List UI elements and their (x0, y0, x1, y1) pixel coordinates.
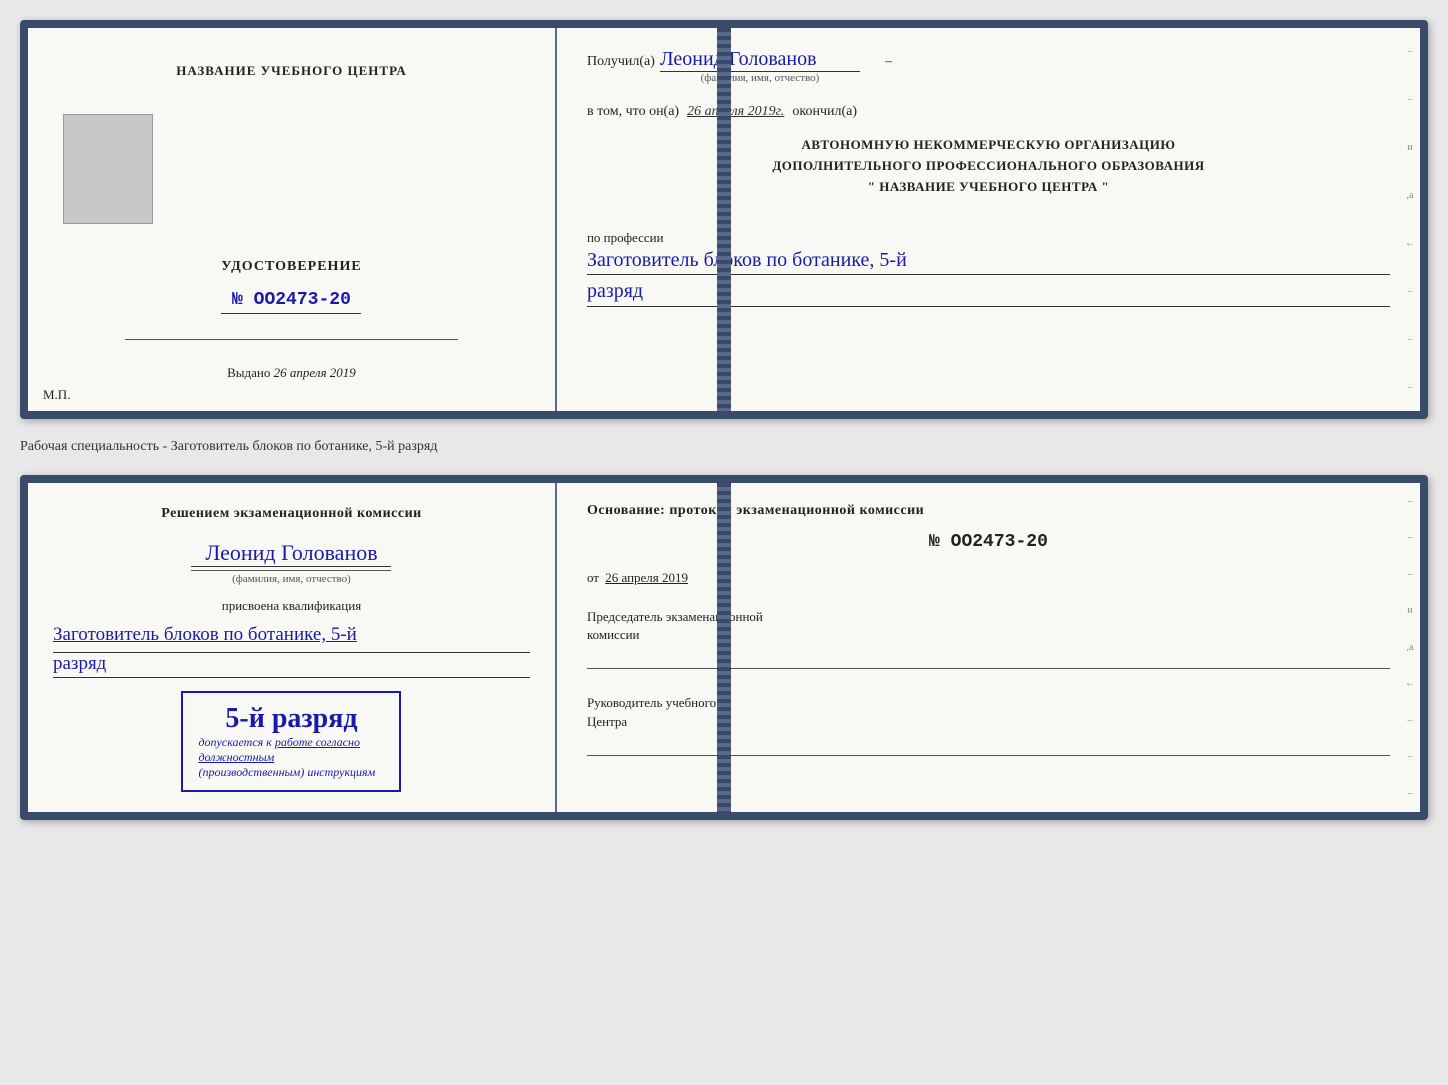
issued-date: 26 апреля 2019 (274, 365, 356, 380)
qualification-block: Заготовитель блоков по ботанике, 5-й раз… (53, 622, 530, 678)
top-document: НАЗВАНИЕ УЧЕБНОГО ЦЕНТРА УДОСТОВЕРЕНИЕ №… (20, 20, 1428, 419)
profession-label: по профессии (587, 230, 1390, 246)
completed-date: 26 апреля 2019г. (687, 104, 784, 120)
dash-separator: – (885, 54, 892, 70)
rank-value: разряд (587, 280, 1390, 307)
certificate-title: УДОСТОВЕРЕНИЕ (221, 259, 361, 275)
recipient-line: Получил(а) Леонид Голованов (фамилия, им… (587, 48, 1390, 84)
qualification-value: Заготовитель блоков по ботанике, 5-й (53, 622, 530, 653)
basis-title: Основание: протокол экзаменационной коми… (587, 503, 1390, 519)
chairman-label: Председатель экзаменационной комиссии (587, 608, 1390, 644)
decision-text: Решением экзаменационной комиссии (161, 503, 421, 524)
separator-text: Рабочая специальность - Заготовитель бло… (20, 437, 1428, 457)
date-value: 26 апреля 2019 (605, 570, 688, 585)
page-container: НАЗВАНИЕ УЧЕБНОГО ЦЕНТРА УДОСТОВЕРЕНИЕ №… (20, 20, 1428, 820)
date-prefix: от (587, 570, 599, 585)
org-block: АВТОНОМНУЮ НЕКОММЕРЧЕСКУЮ ОРГАНИЗАЦИЮ ДО… (587, 135, 1390, 197)
stamp-box: 5-й разряд допускается к работе согласно… (181, 691, 401, 792)
certificate-number: № OO2473-20 (221, 290, 361, 314)
certifies-line: в том, что он(а) 26 апреля 2019г. окончи… (587, 104, 1390, 120)
right-margin-marks: – – и ,а ← – – – (1405, 28, 1415, 411)
stamp-rank-text: 5-й разряд (198, 703, 384, 735)
training-center-label: НАЗВАНИЕ УЧЕБНОГО ЦЕНТРА (176, 63, 407, 79)
recipient-name: Леонид Голованов (660, 48, 860, 72)
chairman-signature-line (587, 649, 1390, 669)
fio-label-bottom: (фамилия, имя, отчество) (191, 570, 391, 585)
issued-date-line: Выдано 26 апреля 2019 (227, 365, 356, 381)
person-name: Леонид Голованов (191, 540, 391, 567)
bottom-doc-right: Основание: протокол экзаменационной коми… (557, 483, 1420, 812)
right-margin-marks-bottom: – – – и ,а ← – – – (1405, 483, 1415, 812)
profession-block: по профессии Заготовитель блоков по бота… (587, 222, 1390, 307)
fio-label: (фамилия, имя, отчество) (660, 72, 860, 84)
person-name-block: Леонид Голованов (фамилия, имя, отчество… (191, 537, 391, 585)
protocol-date: от 26 апреля 2019 (587, 570, 1390, 586)
received-prefix: Получил(а) (587, 54, 655, 70)
profession-value: Заготовитель блоков по ботанике, 5-й (587, 246, 1390, 275)
org-line3: " НАЗВАНИЕ УЧЕБНОГО ЦЕНТРА " (587, 177, 1390, 198)
manager-block: Руководитель учебного Центра (587, 694, 1390, 760)
completed-suffix: окончил(а) (792, 104, 857, 120)
bottom-document: Решением экзаменационной комиссии Леонид… (20, 475, 1428, 820)
mp-label: М.П. (43, 387, 70, 403)
manager-label: Руководитель учебного Центра (587, 694, 1390, 730)
spine-decoration-bottom (717, 483, 731, 812)
bottom-doc-left: Решением экзаменационной комиссии Леонид… (28, 483, 557, 812)
top-doc-right: Получил(а) Леонид Голованов (фамилия, им… (557, 28, 1420, 411)
stamp-italic2: (производственным) инструкциям (198, 765, 384, 780)
certifies-prefix: в том, что он(а) (587, 104, 679, 120)
photo-placeholder (63, 114, 153, 224)
spine-decoration (717, 28, 731, 411)
rank-bottom: разряд (53, 653, 530, 678)
manager-signature-line (587, 736, 1390, 756)
protocol-number: № OO2473-20 (587, 532, 1390, 552)
org-line1: АВТОНОМНУЮ НЕКОММЕРЧЕСКУЮ ОРГАНИЗАЦИЮ (587, 135, 1390, 156)
qualification-label: присвоена квалификация (222, 598, 361, 614)
chairman-block: Председатель экзаменационной комиссии (587, 608, 1390, 674)
issued-label: Выдано (227, 365, 270, 380)
stamp-bottom-text: допускается к работе согласно должностны… (198, 735, 384, 765)
org-line2: ДОПОЛНИТЕЛЬНОГО ПРОФЕССИОНАЛЬНОГО ОБРАЗО… (587, 156, 1390, 177)
top-doc-left: НАЗВАНИЕ УЧЕБНОГО ЦЕНТРА УДОСТОВЕРЕНИЕ №… (28, 28, 557, 411)
